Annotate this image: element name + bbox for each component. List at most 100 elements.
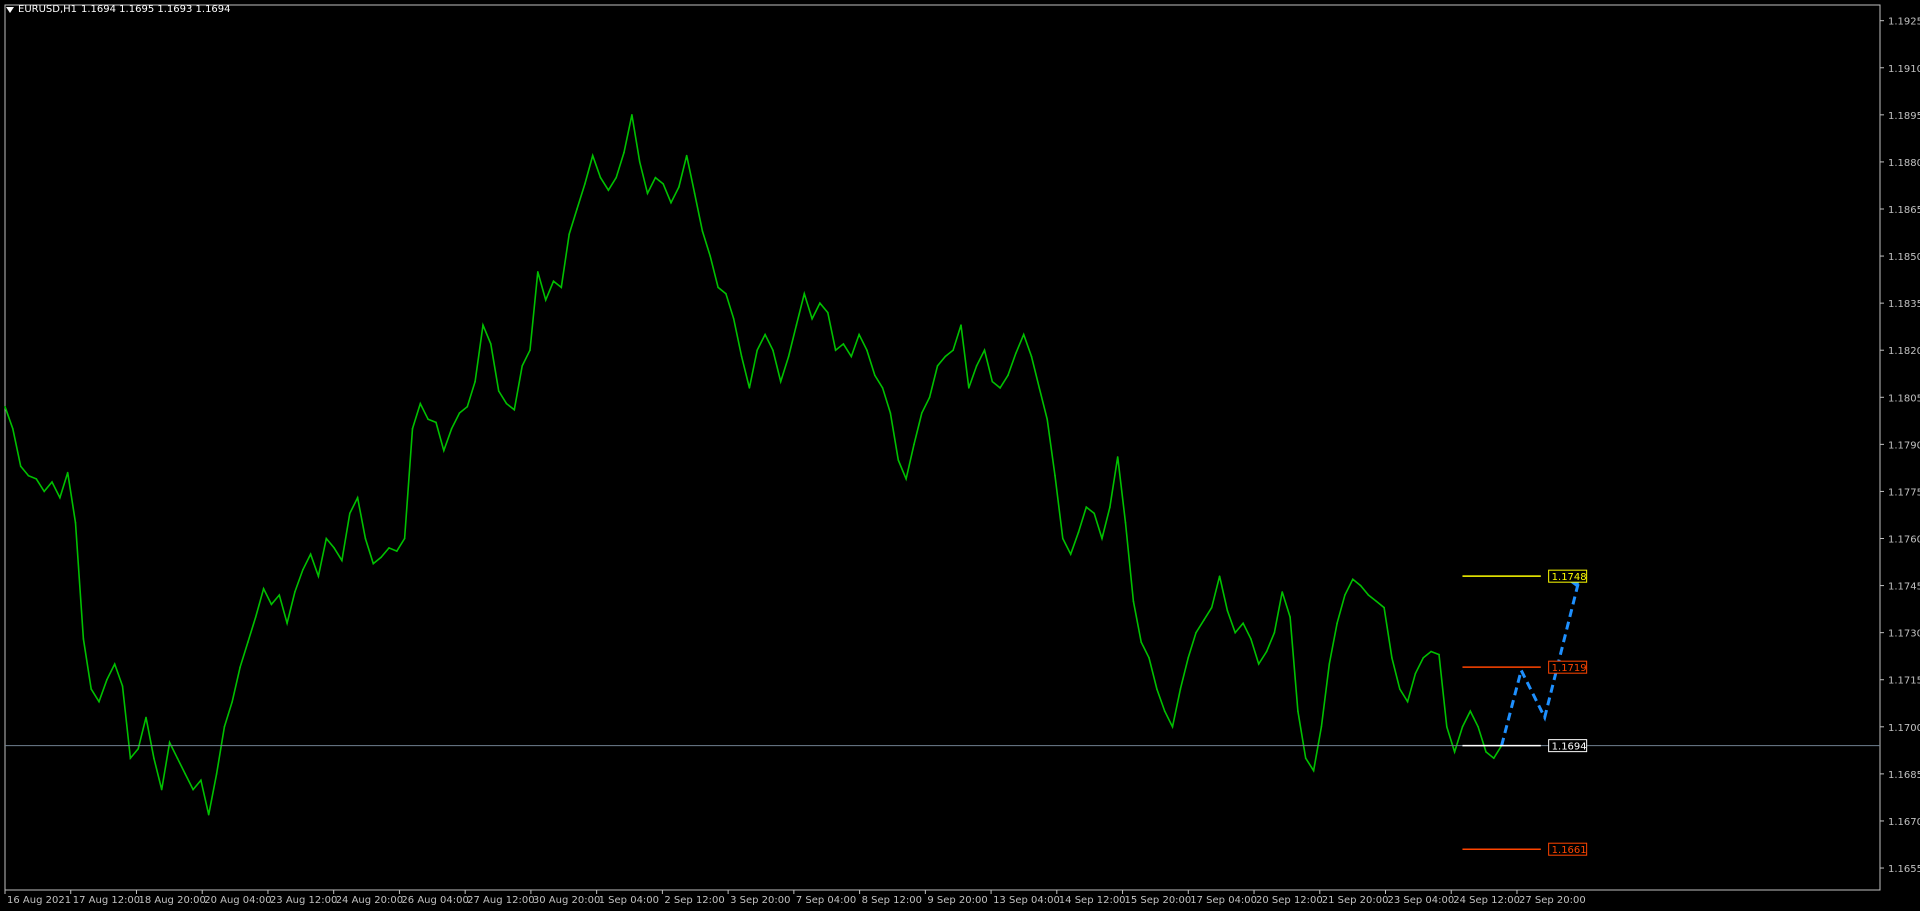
price-point [1046, 418, 1048, 421]
price-point [1320, 726, 1323, 728]
price-point [936, 365, 939, 367]
y-tick-label: 1.1715 [1888, 676, 1920, 687]
price-point [176, 757, 179, 759]
price-point [341, 559, 343, 562]
price-point [1007, 374, 1009, 377]
price-point [1226, 609, 1229, 612]
price-point [1328, 663, 1331, 665]
price-point [90, 688, 92, 690]
price-point [599, 176, 602, 179]
price-point [1203, 619, 1205, 621]
price-point [1414, 672, 1417, 675]
price-point [1344, 594, 1346, 596]
price-point [223, 726, 226, 728]
x-tick-label: 8 Sep 12:00 [862, 895, 922, 906]
price-point [1187, 657, 1189, 659]
price-point [1367, 594, 1370, 596]
price-point [1399, 688, 1401, 690]
price-point [1234, 631, 1236, 634]
y-tick-label: 1.1730 [1888, 629, 1920, 640]
price-point [756, 349, 758, 352]
ohlc-values: 1.1694 1.1695 1.1693 1.1694 [81, 4, 231, 15]
price-point [12, 427, 14, 430]
price-point [952, 349, 954, 352]
x-tick-label: 17 Aug 12:00 [73, 895, 140, 906]
x-tick-label: 21 Sep 20:00 [1322, 895, 1389, 906]
price-point [364, 537, 367, 540]
y-tick-label: 1.1790 [1888, 440, 1920, 451]
price-point [905, 478, 907, 480]
y-tick-label: 1.1880 [1888, 158, 1920, 169]
price-label: 1.1661 [1552, 845, 1587, 856]
price-point [685, 154, 688, 157]
symbol-title: EURUSD,H1 [18, 4, 78, 15]
y-tick-label: 1.1835 [1888, 299, 1920, 310]
price-point [129, 757, 132, 759]
price-point [145, 716, 147, 719]
x-tick-label: 13 Sep 04:00 [993, 895, 1060, 906]
price-point [709, 255, 711, 257]
x-tick-label: 7 Sep 04:00 [796, 895, 856, 906]
price-point [1336, 622, 1338, 624]
price-point [309, 553, 312, 555]
x-tick-label: 20 Aug 04:00 [204, 895, 271, 906]
price-point [529, 349, 531, 352]
price-point [975, 365, 978, 367]
price-point [552, 280, 555, 283]
price-point [1485, 751, 1487, 753]
price-point [678, 186, 680, 188]
price-point [607, 189, 610, 191]
price-point [513, 409, 516, 411]
price-point [207, 813, 210, 816]
y-tick-label: 1.1805 [1888, 393, 1920, 404]
price-point [278, 594, 281, 596]
price-point [1446, 726, 1448, 728]
price-point [1132, 600, 1135, 603]
price-point [1210, 606, 1213, 609]
price-chart-area[interactable]: 1.1925 1.1910 1.1895 1.1880 1.1865 1.1850 1.18… [0, 0, 1920, 907]
y-tick-label: 1.1820 [1888, 346, 1920, 357]
price-point [262, 587, 265, 590]
price-point [779, 380, 782, 383]
price-point [1493, 757, 1495, 759]
x-tick-label: 9 Sep 20:00 [927, 895, 987, 906]
x-tick-label: 26 Aug 04:00 [401, 895, 468, 906]
price-point [333, 547, 335, 549]
price-point [1257, 663, 1260, 665]
price-point [497, 390, 500, 392]
price-point [294, 591, 296, 593]
price-point [317, 575, 320, 577]
price-point [701, 230, 704, 232]
price-point [615, 176, 617, 179]
price-point [1015, 352, 1017, 355]
price-point [568, 233, 570, 235]
price-point [850, 355, 853, 358]
price-point [1148, 657, 1150, 659]
price-point [160, 788, 163, 791]
price-point [458, 412, 461, 414]
price-point [638, 161, 641, 163]
price-point [1391, 657, 1393, 659]
price-point [748, 387, 751, 389]
price-point [1265, 650, 1268, 653]
price-point [827, 311, 829, 314]
price-point [35, 478, 38, 480]
price-point [254, 616, 257, 618]
price-point [811, 318, 813, 320]
price-point [670, 201, 672, 204]
price-point [153, 757, 155, 759]
price-point [1359, 584, 1362, 587]
price-point [200, 779, 202, 781]
price-point [4, 405, 6, 408]
price-point [247, 641, 249, 643]
price-point [168, 741, 171, 744]
x-tick-label: 24 Sep 12:00 [1453, 895, 1520, 906]
y-tick-label: 1.1760 [1888, 535, 1920, 546]
chart-canvas[interactable]: 1.1925 1.1910 1.1895 1.1880 1.1865 1.1850 1.18… [0, 0, 1920, 907]
price-point [772, 349, 774, 352]
price-point [325, 537, 328, 540]
price-point [1101, 537, 1103, 540]
collapse-triangle-icon[interactable] [6, 6, 14, 13]
price-point [1438, 653, 1440, 656]
price-point [1163, 710, 1166, 712]
